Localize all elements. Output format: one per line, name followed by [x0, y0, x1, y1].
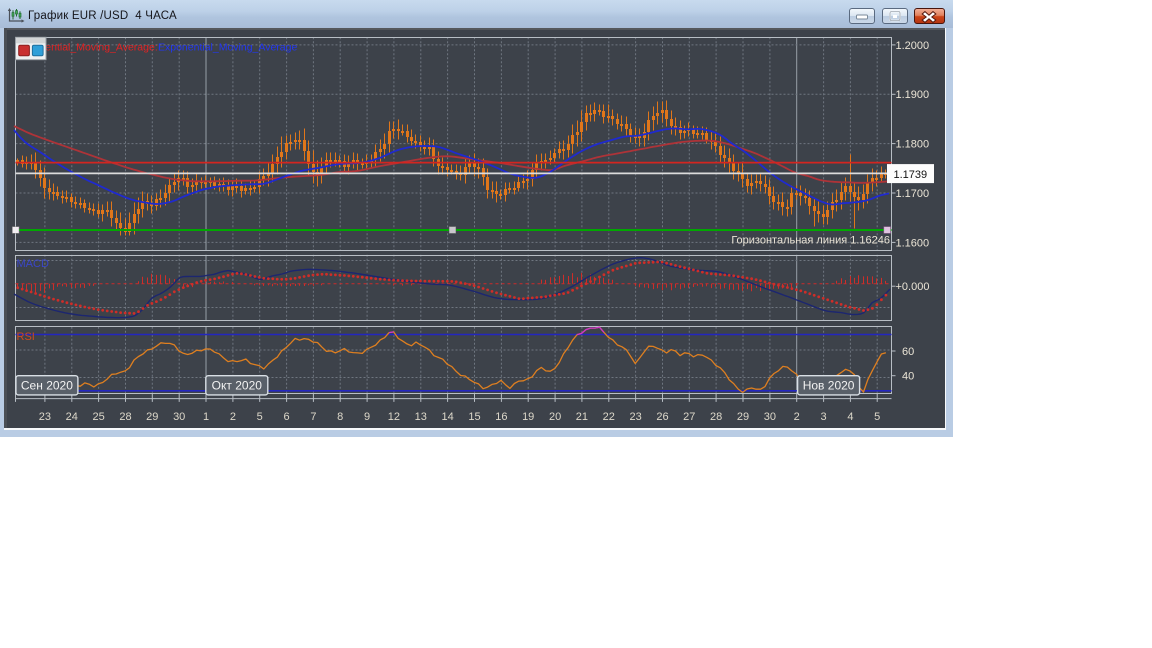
- svg-text:1.1600: 1.1600: [896, 237, 930, 249]
- svg-text:4: 4: [847, 411, 853, 423]
- svg-text:1: 1: [203, 411, 209, 423]
- svg-text:1.1739: 1.1739: [894, 169, 928, 181]
- svg-text:29: 29: [737, 411, 749, 423]
- svg-text:15: 15: [468, 411, 480, 423]
- svg-text:1.1700: 1.1700: [896, 188, 930, 200]
- svg-text:2: 2: [794, 411, 800, 423]
- svg-text:RSI: RSI: [17, 331, 35, 343]
- svg-text:Нов 2020: Нов 2020: [803, 379, 855, 393]
- svg-text:20: 20: [549, 411, 561, 423]
- svg-text:1.2000: 1.2000: [896, 40, 930, 52]
- svg-text:30: 30: [173, 411, 185, 423]
- svg-text:29: 29: [146, 411, 158, 423]
- svg-text:Сен 2020: Сен 2020: [21, 379, 73, 393]
- svg-text:9: 9: [364, 411, 370, 423]
- svg-text:60: 60: [902, 346, 914, 358]
- svg-text:21: 21: [576, 411, 588, 423]
- svg-text:23: 23: [629, 411, 641, 423]
- svg-text:6: 6: [284, 411, 290, 423]
- svg-text:25: 25: [92, 411, 104, 423]
- svg-text:28: 28: [119, 411, 131, 423]
- svg-text:30: 30: [764, 411, 776, 423]
- svg-text:28: 28: [710, 411, 722, 423]
- svg-text:12: 12: [388, 411, 400, 423]
- svg-text:8: 8: [337, 411, 343, 423]
- svg-text:Exponential_Moving_Average: Exponential_Moving_Average: [158, 41, 297, 53]
- svg-text:5: 5: [257, 411, 263, 423]
- svg-text:16: 16: [495, 411, 507, 423]
- svg-text:7: 7: [310, 411, 316, 423]
- svg-text:1.1900: 1.1900: [896, 89, 930, 101]
- svg-text:Окт 2020: Окт 2020: [212, 379, 263, 393]
- svg-text:MACD: MACD: [17, 258, 49, 270]
- svg-text:+0.000: +0.000: [896, 281, 930, 293]
- svg-text:19: 19: [522, 411, 534, 423]
- svg-text:40: 40: [902, 371, 914, 383]
- svg-text:14: 14: [441, 411, 453, 423]
- svg-text:3: 3: [821, 411, 827, 423]
- svg-text:1.1800: 1.1800: [896, 139, 930, 151]
- svg-text:26: 26: [656, 411, 668, 423]
- svg-text:Горизонтальная линия 1.16246: Горизонтальная линия 1.16246: [731, 234, 890, 246]
- svg-text:24: 24: [66, 411, 78, 423]
- svg-text:22: 22: [603, 411, 615, 423]
- svg-text:27: 27: [683, 411, 695, 423]
- svg-text:13: 13: [415, 411, 427, 423]
- svg-text:2: 2: [230, 411, 236, 423]
- svg-text:23: 23: [39, 411, 51, 423]
- svg-text:5: 5: [874, 411, 880, 423]
